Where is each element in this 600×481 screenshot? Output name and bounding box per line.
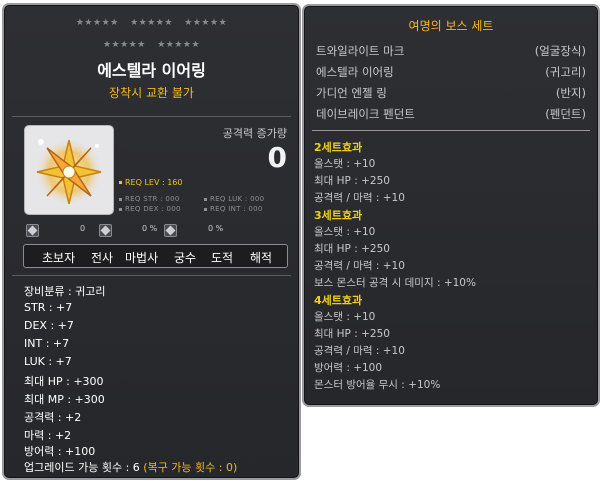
stat-percent: 0 %: [208, 224, 224, 233]
req-dex-text: REQ DEX : 000: [125, 205, 181, 213]
set-item: 가디언 엔젤 링 (반지): [316, 85, 586, 101]
set-item: 트와일라이트 마크 (얼굴장식): [316, 43, 586, 59]
set-tooltip: 여명의 보스 세트 트와일라이트 마크 (얼굴장식) 에스텔라 이어링 (귀고리…: [302, 4, 600, 407]
set-item-name: 데이브레이크 펜던트: [316, 107, 415, 121]
set-effect-line: 올스탯 : +10: [314, 158, 376, 170]
star-group: ★★★★★: [157, 40, 201, 50]
attack-increase-label: 공격력 증가량: [222, 127, 287, 140]
job-archer: 궁수: [174, 251, 197, 265]
divider: [312, 130, 590, 131]
job-warrior: 전사: [91, 251, 114, 265]
item-icon-frame: [24, 125, 114, 215]
stat-line-magic: 마력 : +2: [24, 429, 72, 442]
req-luk-text: REQ LUK : 000: [210, 195, 265, 203]
set-title: 여명의 보스 세트: [408, 19, 494, 33]
stat-line-dex: DEX : +7: [24, 319, 74, 332]
stat-percent: 0: [80, 224, 86, 233]
set-effect-header-2: 2세트효과: [314, 141, 363, 154]
set-item: 데이브레이크 펜던트 (펜던트): [316, 106, 586, 122]
set-effect-line: 최대 HP : +250: [314, 328, 390, 340]
stat-line-attack: 공격력 : +2: [24, 411, 82, 424]
req-luk: REQ LUK : 000: [204, 195, 264, 203]
set-effect-line: 방어력 : +100: [314, 362, 383, 374]
stat-line-max-hp: 최대 HP : +300: [24, 375, 104, 388]
set-item-category: (반지): [555, 86, 586, 100]
item-tooltip: ★★★★★ ★★★★★ ★★★★★ ★★★★★ ★★★★★ 에스텔라 이어링 장…: [2, 3, 301, 480]
star-group: ★★★★★: [75, 18, 119, 28]
scroll-icon: [99, 224, 112, 237]
set-item-category: (얼굴장식): [534, 44, 586, 58]
job-beginner: 초보자: [42, 251, 76, 265]
star-group: ★★★★★: [102, 40, 146, 50]
stat-line-defense: 방어력 : +100: [24, 445, 96, 458]
upgrade-slots: 업그레이드 가능 횟수 : 6: [24, 461, 140, 474]
set-item-category: (펜던트): [545, 107, 586, 121]
set-item-category: (귀고리): [545, 65, 586, 79]
set-item: 에스텔라 이어링 (귀고리): [316, 64, 586, 80]
req-level-text: REQ LEV : 160: [125, 178, 183, 187]
set-effect-line: 공격력 / 마력 : +10: [314, 260, 405, 272]
job-mage: 마법사: [125, 251, 159, 265]
star-group: ★★★★★: [184, 18, 228, 28]
divider: [12, 116, 291, 117]
set-effect-line: 공격력 / 마력 : +10: [314, 345, 405, 357]
req-level: REQ LEV : 160: [119, 178, 183, 187]
stat-line-int: INT : +7: [24, 337, 70, 350]
job-thief: 도적: [211, 251, 234, 265]
set-effect-line: 올스탯 : +10: [314, 226, 376, 238]
set-item-name: 트와일라이트 마크: [316, 44, 405, 58]
set-item-name: 에스텔라 이어링: [316, 65, 394, 79]
item-name: 에스텔라 이어링: [97, 61, 206, 80]
gem-icon: [26, 224, 39, 237]
set-effect-line: 최대 HP : +250: [314, 175, 390, 187]
job-pirate: 해적: [250, 251, 273, 265]
stat-line-max-mp: 최대 MP : +300: [24, 393, 105, 406]
req-str-text: REQ STR : 000: [125, 195, 180, 203]
set-effect-line: 공격력 / 마력 : +10: [314, 192, 405, 204]
star-group: ★★★★★: [130, 18, 173, 28]
stat-line-luk: LUK : +7: [24, 355, 72, 368]
req-dex: REQ DEX : 000: [119, 205, 181, 213]
divider: [12, 275, 291, 276]
job-restriction-bar: 초보자 전사 마법사 궁수 도적 해적: [23, 244, 288, 268]
set-effect-line: 몬스터 방어율 무시 : +10%: [314, 379, 441, 391]
attack-increase-value: 0: [267, 141, 287, 174]
stat-line-upgrade: 업그레이드 가능 횟수 : 6 (복구 가능 횟수 : 0): [24, 459, 237, 475]
set-effect-header-3: 3세트효과: [314, 209, 363, 222]
starforce-row-2: ★★★★★ ★★★★★: [4, 40, 299, 50]
trade-restriction-note: 장착시 교환 불가: [109, 86, 194, 100]
starforce-row-1: ★★★★★ ★★★★★ ★★★★★: [4, 18, 299, 28]
stat-line-category: 장비분류 : 귀고리: [24, 285, 106, 298]
stat-percent: 0 %: [142, 224, 158, 233]
shield-icon: [164, 224, 177, 237]
stat-line-str: STR : +7: [24, 301, 73, 314]
set-item-name: 가디언 엔젤 링: [316, 86, 387, 100]
set-effect-line: 최대 HP : +250: [314, 243, 390, 255]
upgrade-restore: (복구 가능 횟수 : 0): [143, 461, 238, 474]
req-str: REQ STR : 000: [119, 195, 180, 203]
set-effect-line: 보스 몬스터 공격 시 데미지 : +10%: [314, 277, 476, 289]
earring-icon: [35, 138, 103, 206]
set-effect-header-4: 4세트효과: [314, 294, 363, 307]
set-effect-line: 올스탯 : +10: [314, 311, 376, 323]
req-int: REQ INT : 000: [204, 205, 263, 213]
req-int-text: REQ INT : 000: [210, 205, 263, 213]
